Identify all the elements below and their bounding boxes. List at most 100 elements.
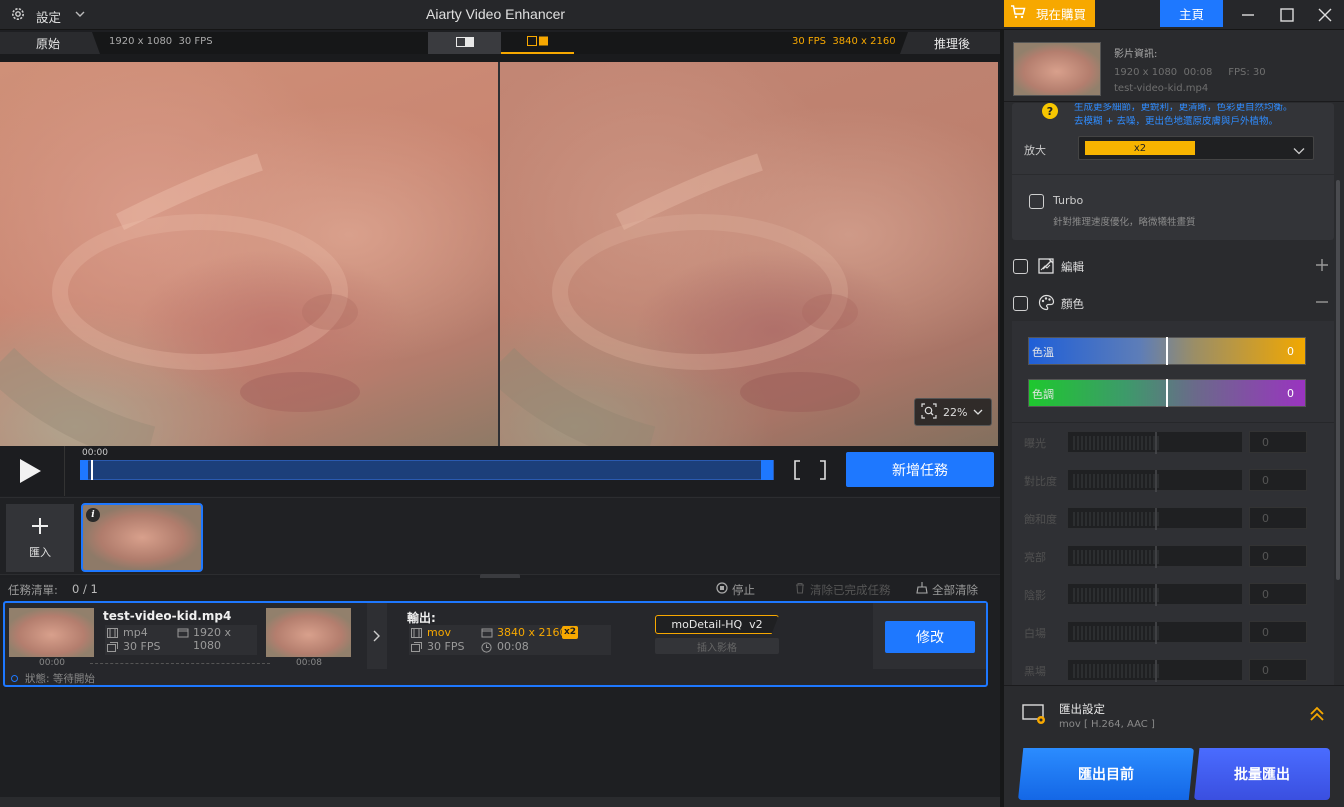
tab-original-label: 原始	[36, 36, 61, 51]
clear-finished-button[interactable]: 清除已完成任務	[810, 582, 891, 598]
home-button[interactable]: 主頁	[1160, 0, 1223, 27]
export-settings-panel[interactable]: 匯出設定 mov [ H.264, AAC ]	[1004, 685, 1344, 739]
collapse-icon[interactable]	[1315, 295, 1329, 312]
output-resolution: 3840 x 2160	[497, 626, 567, 639]
viewer-tab-bar: 原始 1920 x 1080 30 FPS 30 FPS 3840 x 2160…	[0, 32, 1000, 54]
export-settings-label: 匯出設定	[1059, 702, 1105, 716]
chevron-down-icon[interactable]	[74, 8, 86, 22]
adjustment-value[interactable]: 0	[1249, 507, 1307, 529]
tint-slider[interactable]: 色調 0	[1028, 379, 1306, 407]
export-current-button[interactable]: 匯出目前	[1018, 748, 1194, 800]
modify-button[interactable]: 修改	[885, 621, 975, 653]
tint-value: 0	[1287, 387, 1294, 400]
split-view-button[interactable]	[428, 32, 501, 54]
add-task-button[interactable]: 新增任務	[846, 452, 994, 487]
tab-enhanced-label: 推理後	[934, 36, 971, 51]
broom-icon[interactable]	[916, 581, 928, 597]
gear-icon[interactable]	[10, 6, 26, 22]
adjustment-row: 白場 0	[1004, 613, 1334, 651]
adjustment-value[interactable]: 0	[1249, 583, 1307, 605]
model-badge[interactable]: moDetail-HQ v2	[655, 615, 779, 634]
video-info-label: 影片資訊:	[1114, 49, 1158, 60]
temperature-label: 色溫	[1032, 346, 1054, 359]
adjustment-slider[interactable]	[1067, 583, 1243, 606]
adjustment-slider[interactable]	[1067, 659, 1243, 682]
temperature-slider[interactable]: 色溫 0	[1028, 337, 1306, 365]
output-meta: mov 3840 x 2160 x2 30 FPS 00:08	[409, 625, 611, 655]
stop-icon[interactable]	[716, 582, 728, 597]
enhanced-info: 30 FPS 3840 x 2160	[792, 36, 896, 47]
upscale-select[interactable]: x2	[1078, 136, 1314, 160]
video-name: test-video-kid.mp4	[1114, 83, 1209, 94]
buy-now-label: 現在購買	[1036, 7, 1087, 22]
original-preview[interactable]	[0, 62, 498, 446]
color-panel: 色溫 0 色調 0 曝光 0 對比度 0 飽和度 0 亮部 0 陰影 0 白場 0 黑場 0	[1012, 321, 1334, 685]
adjustment-label: 陰影	[1024, 589, 1046, 602]
task-card[interactable]: 00:00 00:08 test-video-kid.mp4 mp4 1920 …	[3, 601, 988, 687]
zoom-control[interactable]: 22%	[914, 398, 992, 426]
settings-scroll-area[interactable]: ? 生成更多細節，更銳利，更清晰，色彩更自然均衡。 去模糊 + 去噪，更出色地還…	[1004, 103, 1344, 685]
adjustment-value[interactable]: 0	[1249, 659, 1307, 681]
tint-thumb[interactable]	[1166, 379, 1168, 407]
import-button[interactable]: 匯入	[6, 504, 74, 572]
playhead[interactable]	[91, 460, 93, 480]
upscale-label: 放大	[1024, 144, 1046, 157]
info-icon[interactable]: i	[86, 508, 100, 522]
adjustment-slider[interactable]	[1067, 469, 1243, 492]
close-button[interactable]	[1303, 0, 1344, 30]
input-fps: 30 FPS	[123, 640, 161, 653]
double-chevron-up-icon[interactable]	[1309, 706, 1325, 725]
timeline-track[interactable]	[80, 460, 774, 480]
play-button[interactable]	[17, 457, 43, 485]
original-image-detail	[0, 153, 360, 446]
buy-now-button[interactable]: 現在購買	[1004, 0, 1095, 27]
adjustment-value[interactable]: 0	[1249, 431, 1307, 453]
adjustment-value[interactable]: 0	[1249, 621, 1307, 643]
trim-end-handle[interactable]	[761, 460, 773, 480]
title-bar: 設定 Aiarty Video Enhancer 現在購買 主頁	[0, 0, 1344, 30]
help-icon[interactable]: ?	[1042, 103, 1058, 119]
modify-label: 修改	[916, 630, 944, 646]
settings-menu-label[interactable]: 設定	[36, 7, 61, 26]
task-arrow	[367, 603, 387, 669]
side-by-side-button[interactable]	[501, 32, 574, 54]
adjustment-value[interactable]: 0	[1249, 469, 1307, 491]
adjustment-slider[interactable]	[1067, 621, 1243, 644]
adjustment-slider[interactable]	[1067, 431, 1243, 454]
turbo-checkbox[interactable]	[1029, 194, 1044, 209]
edit-label: 編輯	[1061, 260, 1084, 274]
adjustment-slider[interactable]	[1067, 545, 1243, 568]
task-thumb-start	[9, 608, 94, 657]
sidebar-scrollbar[interactable]	[1336, 180, 1340, 580]
tab-original[interactable]: 原始	[0, 32, 100, 54]
stop-button[interactable]: 停止	[732, 582, 755, 598]
fps-icon	[107, 642, 118, 655]
expand-icon[interactable]	[1315, 258, 1329, 275]
adjustment-row: 亮部 0	[1004, 537, 1334, 575]
bottom-strip	[0, 797, 1000, 807]
temperature-value: 0	[1287, 345, 1294, 358]
edit-checkbox[interactable]	[1013, 259, 1028, 274]
temperature-thumb[interactable]	[1166, 337, 1168, 365]
adjustment-slider[interactable]	[1067, 507, 1243, 530]
trim-start-handle[interactable]	[80, 460, 88, 480]
tab-enhanced[interactable]: 推理後	[900, 32, 1000, 54]
adjustment-row: 曝光 0	[1004, 423, 1334, 461]
media-thumbnail[interactable]: i	[81, 503, 203, 572]
edit-icon	[1038, 257, 1055, 277]
turbo-desc: 針對推理速度優化，略微犧牲畫質	[1053, 217, 1196, 228]
frame-interp-badge[interactable]: 插入影格	[655, 638, 779, 654]
minimize-button[interactable]	[1226, 0, 1270, 30]
trim-brackets-button[interactable]	[792, 459, 828, 481]
scale-badge: x2	[562, 626, 579, 639]
adjustment-list: 曝光 0 對比度 0 飽和度 0 亮部 0 陰影 0 白場 0 黑場 0	[1004, 423, 1334, 685]
plus-icon	[31, 517, 49, 538]
zoom-icon	[921, 402, 937, 422]
enhanced-preview[interactable]: 22%	[500, 62, 998, 446]
palette-icon	[1038, 294, 1055, 314]
color-checkbox[interactable]	[1013, 296, 1028, 311]
adjustment-label: 白場	[1024, 627, 1046, 640]
batch-export-button[interactable]: 批量匯出	[1194, 748, 1330, 800]
clear-all-button[interactable]: 全部清除	[932, 582, 978, 598]
adjustment-value[interactable]: 0	[1249, 545, 1307, 567]
